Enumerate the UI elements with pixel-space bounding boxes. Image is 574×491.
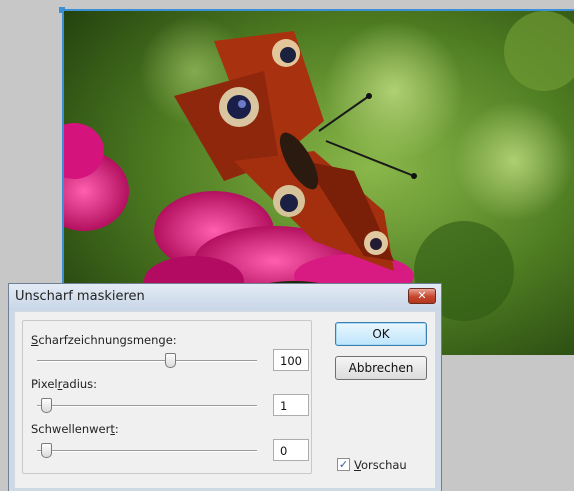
- close-icon: ✕: [417, 289, 427, 302]
- cancel-button[interactable]: Abbrechen: [335, 356, 427, 380]
- checkmark-icon: ✓: [338, 458, 349, 471]
- threshold-label: Schwellenwert:: [31, 422, 119, 436]
- radius-slider-track[interactable]: [37, 405, 257, 407]
- preview-checkbox[interactable]: ✓: [337, 458, 350, 471]
- amount-slider-thumb[interactable]: [165, 353, 176, 368]
- close-button[interactable]: ✕: [408, 288, 436, 304]
- radius-label: Pixelradius:: [31, 377, 98, 391]
- threshold-slider-thumb[interactable]: [41, 443, 52, 458]
- preview-label[interactable]: Vorschau: [354, 458, 407, 472]
- amount-input[interactable]: 100: [273, 349, 309, 371]
- amount-slider-track[interactable]: [37, 360, 257, 362]
- amount-label: Scharfzeichnungsmenge:: [31, 333, 177, 347]
- radius-input[interactable]: 1: [273, 394, 309, 416]
- unsharp-mask-dialog: Unscharf maskieren ✕ Scharfzeichnungsmen…: [8, 283, 442, 491]
- threshold-slider-track[interactable]: [37, 450, 257, 452]
- ok-button[interactable]: OK: [335, 322, 427, 346]
- dialog-body: Scharfzeichnungsmenge: 100 Pixelradius: …: [15, 312, 435, 488]
- dialog-title: Unscharf maskieren: [15, 289, 145, 304]
- dialog-titlebar[interactable]: Unscharf maskieren ✕: [9, 284, 441, 310]
- threshold-input[interactable]: 0: [273, 439, 309, 461]
- settings-group: Scharfzeichnungsmenge: 100 Pixelradius: …: [22, 320, 312, 474]
- radius-slider-thumb[interactable]: [41, 398, 52, 413]
